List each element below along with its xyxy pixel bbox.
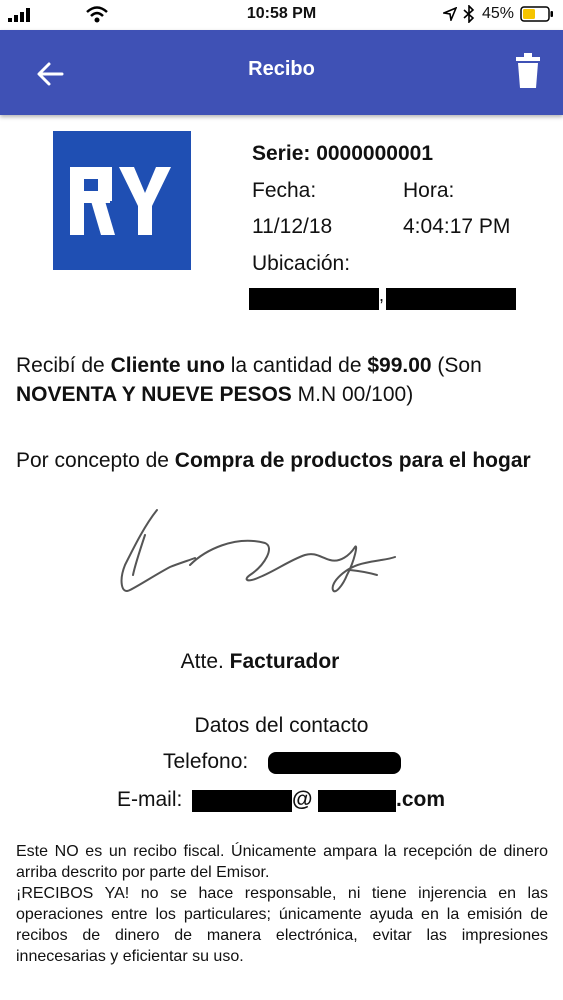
app-bar: Recibo <box>0 30 563 115</box>
hora-value: 4:04:17 PM <box>403 215 511 238</box>
client-name: Cliente uno <box>110 354 225 377</box>
redacted-email-domain <box>318 790 396 812</box>
fecha-label: Fecha: <box>252 179 317 202</box>
battery-percentage: 45% <box>482 5 515 22</box>
amount-words: NOVENTA Y NUEVE PESOS <box>16 383 292 406</box>
issuer-line: Atte. Facturador <box>0 650 520 674</box>
concept-prefix: Por concepto de <box>16 449 175 472</box>
delete-button[interactable] <box>510 52 546 92</box>
disclaimer-line-1: Este NO es un recibo fiscal. Únicamente … <box>16 843 548 881</box>
ubicacion-label: Ubicación: <box>252 252 351 275</box>
status-time: 10:58 PM <box>246 5 317 22</box>
signature-image <box>120 509 396 593</box>
amount-suffix: M.N 00/100) <box>291 383 414 406</box>
redacted-phone <box>268 752 401 774</box>
hora-label: Hora: <box>403 179 455 202</box>
receipt-serie: Serie: 0000000001 <box>252 142 433 165</box>
logo-mark <box>70 167 171 235</box>
redacted-location <box>249 288 379 310</box>
received-mid: la cantidad de <box>224 354 368 377</box>
concept-text: Compra de productos para el hogar <box>174 449 531 472</box>
location-icon <box>443 7 457 21</box>
redacted-location <box>386 288 516 310</box>
email-suffix: .com <box>396 788 446 811</box>
received-statement: Recibí de Cliente uno la cantidad de $99… <box>16 351 551 409</box>
company-logo <box>53 131 191 270</box>
received-prefix: Recibí de <box>16 354 111 377</box>
fecha-value: 11/12/18 <box>252 215 333 238</box>
page-title: Recibo <box>248 58 315 80</box>
email-label: E-mail: <box>117 788 183 811</box>
status-bar: 10:58 PM 45% <box>0 0 563 30</box>
location-separator: , <box>379 285 385 305</box>
issuer-name: Facturador <box>229 650 340 673</box>
redacted-email-user <box>192 790 292 812</box>
atte-prefix: Atte. <box>180 650 230 673</box>
phone-label: Telefono: <box>163 750 249 773</box>
disclaimer-line-2: ¡RECIBOS YA! no se hace responsable, ni … <box>16 885 548 965</box>
email-at: @ <box>292 788 313 811</box>
amount-open: (Son <box>431 354 482 377</box>
amount: $99.00 <box>367 354 432 377</box>
contact-title: Datos del contacto <box>194 714 369 737</box>
concept-statement: Por concepto de Compra de productos para… <box>16 446 551 475</box>
trash-icon <box>516 53 540 88</box>
battery-icon <box>520 6 553 22</box>
disclaimer: Este NO es un recibo fiscal. Únicamente … <box>16 841 548 967</box>
bluetooth-icon <box>463 5 475 23</box>
